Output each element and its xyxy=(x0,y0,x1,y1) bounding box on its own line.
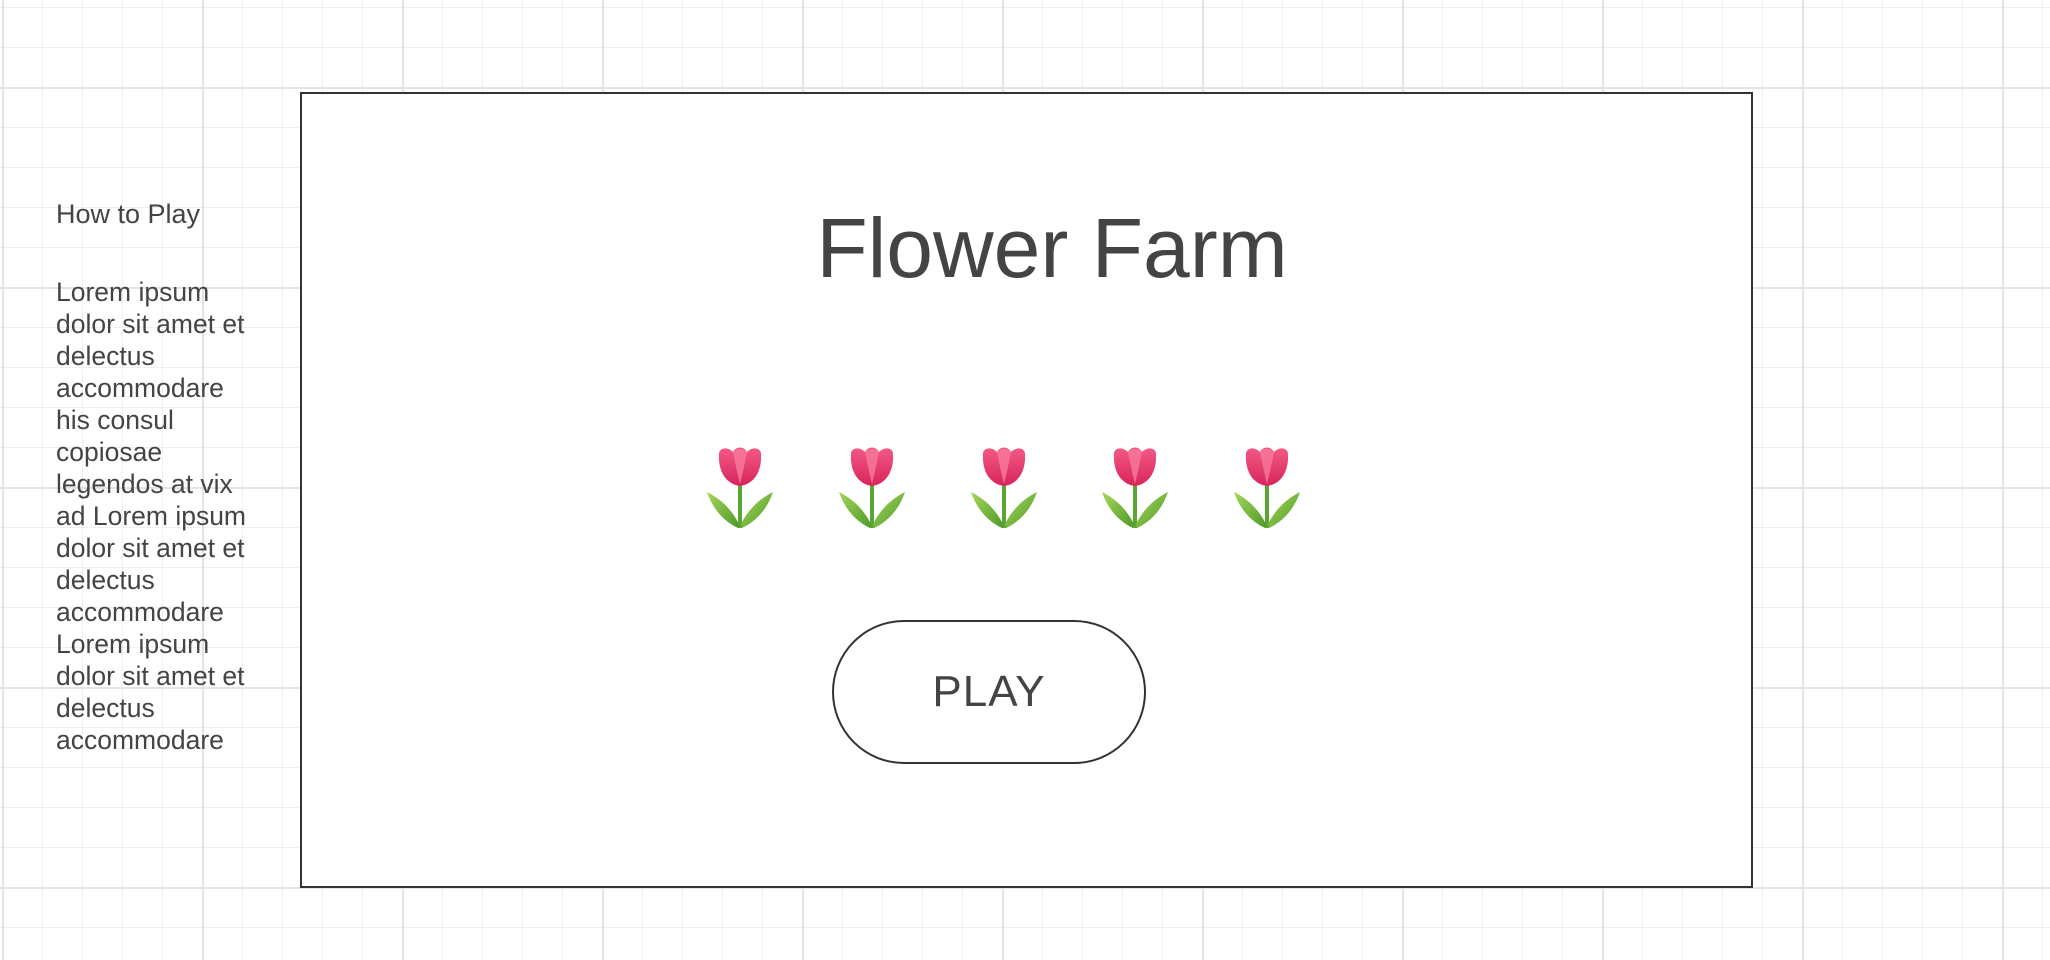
play-button[interactable]: PLAY xyxy=(832,620,1146,764)
how-to-play-text: Lorem ipsum dolor sit amet et delectus a… xyxy=(56,277,247,755)
tulip-icon xyxy=(1234,447,1300,528)
tulip-icon xyxy=(839,447,905,528)
tulip-icon xyxy=(1102,447,1168,528)
tulip-icon xyxy=(707,447,773,528)
tulip-icon xyxy=(971,447,1037,528)
game-title: Flower Farm xyxy=(816,201,1288,295)
